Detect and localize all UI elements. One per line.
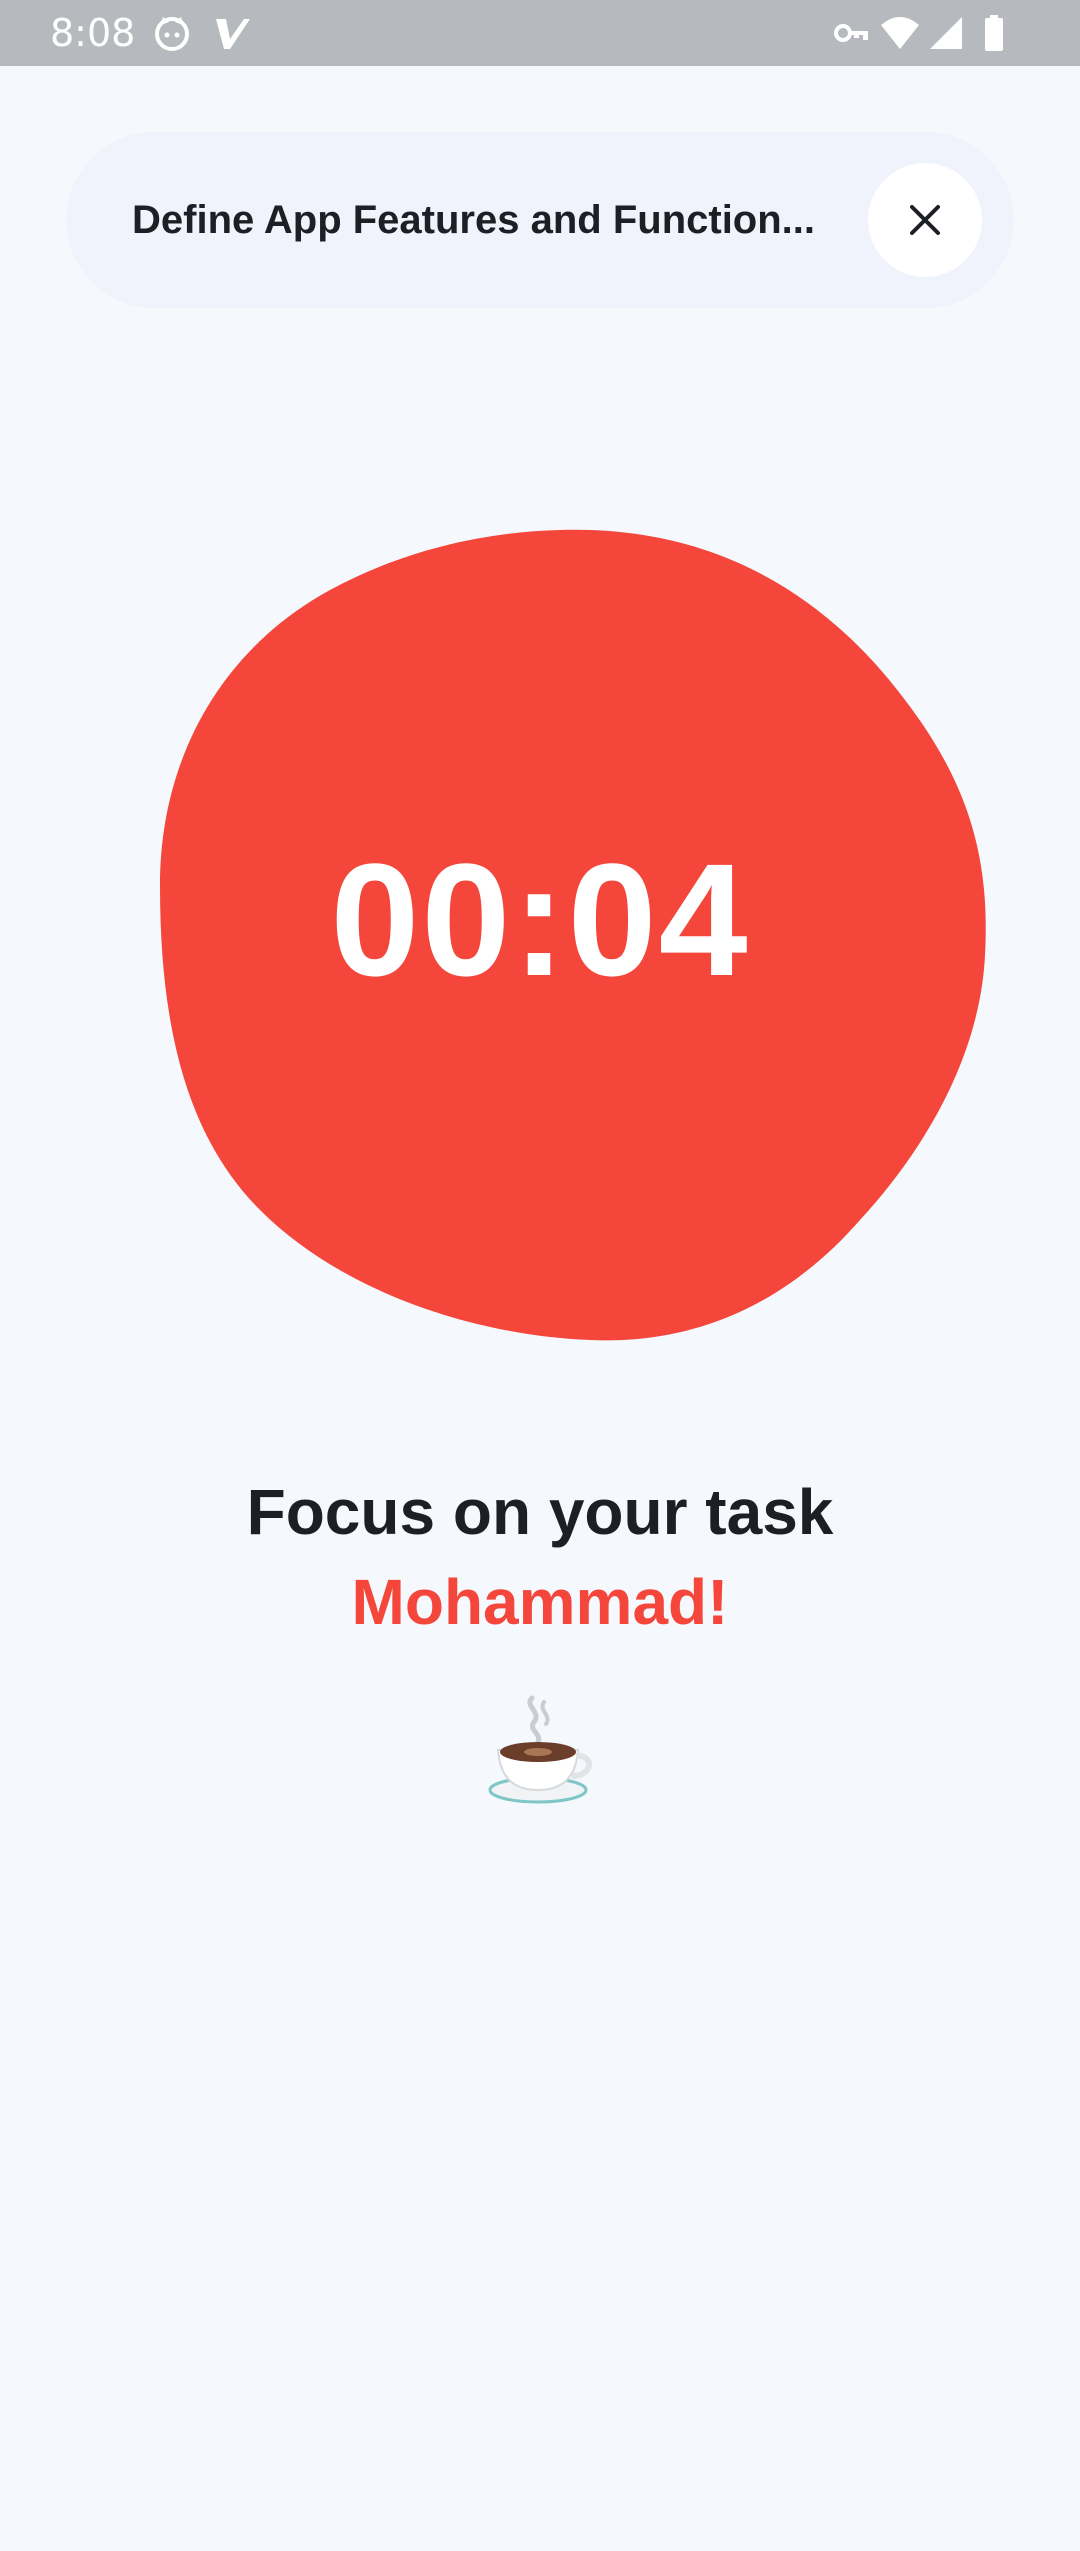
focus-message: Focus on your task xyxy=(246,1476,834,1548)
timer-blob xyxy=(160,529,986,1341)
coffee-cup-icon xyxy=(488,1695,592,1804)
timer-display: 00:04 xyxy=(330,830,750,1009)
user-name: Mohammad! xyxy=(351,1566,729,1638)
